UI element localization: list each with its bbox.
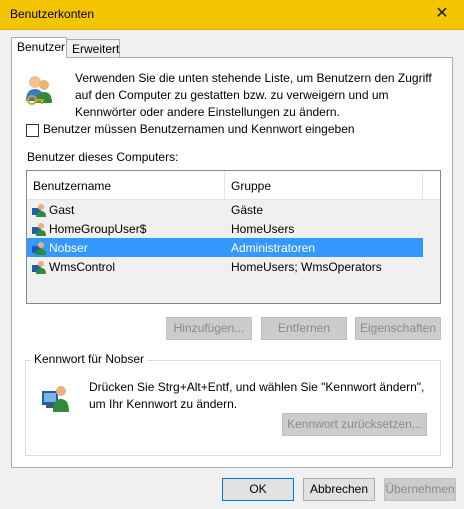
column-header-group[interactable]: Gruppe: [231, 179, 271, 193]
user-icon: [32, 261, 46, 274]
user-password-icon: [42, 386, 69, 412]
title-bar: Benutzerkonten ✕: [0, 0, 464, 30]
intro-text: Verwenden Sie die unten stehende Liste, …: [75, 71, 432, 119]
tab-erweitert[interactable]: Erweitert: [66, 39, 120, 58]
user-group: Gäste: [231, 203, 264, 217]
password-instructions: Drücken Sie Strg+Alt+Entf, und wählen Si…: [89, 380, 425, 411]
users-list-label: Benutzer dieses Computers:: [27, 150, 179, 164]
column-divider[interactable]: [422, 171, 423, 199]
user-name: HomeGroupUser$: [49, 222, 147, 236]
properties-button[interactable]: Eigenschaften: [355, 317, 441, 340]
add-user-button[interactable]: Hinzufügen...: [166, 317, 252, 340]
users-listview[interactable]: Benutzername Gruppe Gast Gäste HomeGroup…: [26, 170, 441, 304]
tab-benutzer[interactable]: Benutzer: [11, 37, 67, 58]
column-divider[interactable]: [224, 171, 225, 199]
reset-password-button[interactable]: Kennwort zurücksetzen...: [282, 413, 427, 436]
user-group: HomeUsers; WmsOperators: [231, 260, 382, 274]
user-name: Gast: [49, 203, 75, 217]
user-name: WmsControl: [49, 260, 116, 274]
apply-button[interactable]: Übernehmen: [384, 478, 456, 501]
close-icon[interactable]: ✕: [420, 0, 464, 29]
users-keys-icon: [26, 76, 52, 105]
user-group: Administratoren: [231, 241, 316, 255]
password-group-title: Kennwort für Nobser: [31, 352, 148, 366]
user-row[interactable]: WmsControl HomeUsers; WmsOperators: [27, 257, 423, 276]
user-row[interactable]: HomeGroupUser$ HomeUsers: [27, 219, 423, 238]
user-row[interactable]: Gast Gäste: [27, 200, 423, 219]
list-header: Benutzername Gruppe: [27, 171, 440, 200]
column-header-username[interactable]: Benutzername: [33, 179, 111, 193]
user-icon: [32, 223, 46, 236]
ok-button[interactable]: OK: [222, 478, 294, 501]
user-row-selected[interactable]: Nobser Administratoren: [27, 238, 423, 257]
user-name: Nobser: [49, 241, 88, 255]
user-icon: [32, 204, 46, 217]
window-title: Benutzerkonten: [10, 7, 95, 21]
cancel-button[interactable]: Abbrechen: [303, 478, 375, 501]
remove-user-button[interactable]: Entfernen: [261, 317, 347, 340]
user-icon: [32, 242, 46, 255]
require-password-checkbox[interactable]: [26, 124, 39, 137]
require-password-label[interactable]: Benutzer müssen Benutzernamen und Kennwo…: [43, 122, 355, 136]
user-group: HomeUsers: [231, 222, 295, 236]
